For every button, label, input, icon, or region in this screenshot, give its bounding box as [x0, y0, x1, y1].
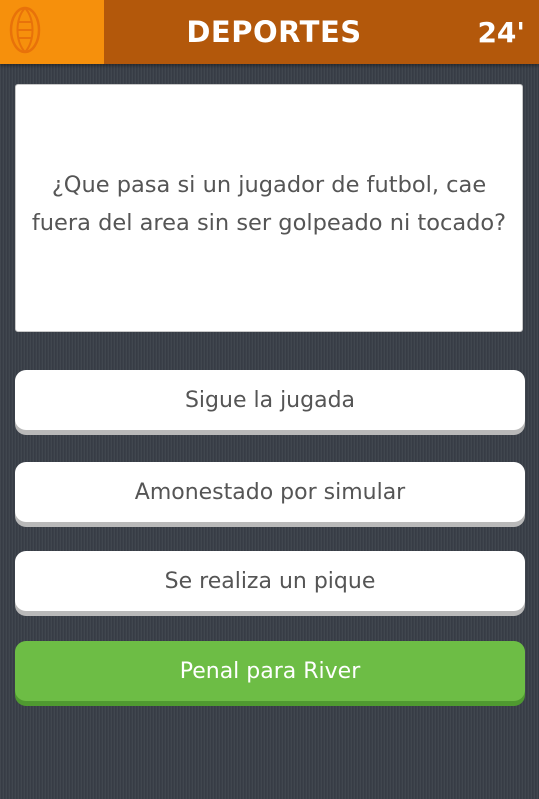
category-badge: [0, 0, 104, 64]
answer-option-1[interactable]: Sigue la jugada: [15, 370, 525, 430]
countdown-timer: 24': [477, 15, 525, 49]
question-text: ¿Que pasa si un jugador de futbol, cae f…: [31, 172, 507, 236]
category-title: DEPORTES: [186, 15, 362, 49]
answer-option-3[interactable]: Se realiza un pique: [15, 551, 525, 611]
top-bar: DEPORTES 24': [0, 0, 539, 64]
answer-option-4-correct[interactable]: Penal para River: [15, 641, 525, 701]
football-icon: [0, 4, 43, 60]
answer-option-2[interactable]: Amonestado por simular: [15, 462, 525, 522]
question-card: ¿Que pasa si un jugador de futbol, cae f…: [15, 84, 523, 332]
